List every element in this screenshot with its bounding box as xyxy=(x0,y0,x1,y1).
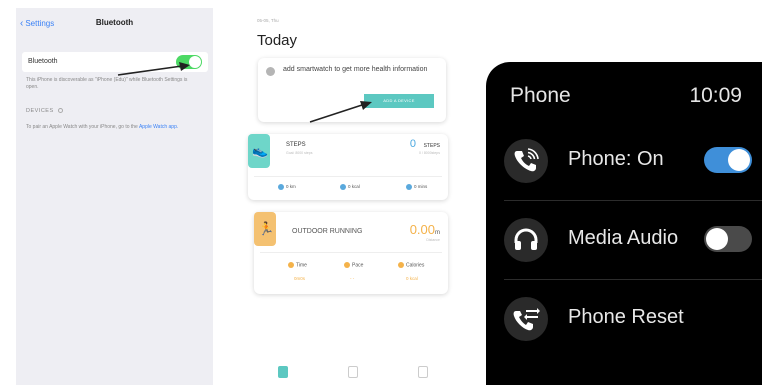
bluetooth-row-label: Bluetooth xyxy=(28,58,58,65)
steps-calories: 0 kcal xyxy=(340,184,360,190)
steps-card[interactable]: 👟 STEPS Goal: 8000 steps 0 STEPS 0 / 800… xyxy=(248,134,448,200)
calories-label: Calories xyxy=(406,262,425,269)
headphones-icon xyxy=(504,218,548,262)
discoverable-note: This iPhone is discoverable as "iPhone (… xyxy=(26,77,188,90)
running-sub-value: Distance xyxy=(426,238,440,242)
steps-title: STEPS xyxy=(286,142,306,148)
tab-device-icon[interactable] xyxy=(348,366,358,378)
pace-label: Pace xyxy=(352,262,364,269)
watch-icon xyxy=(266,67,275,76)
steps-unit: STEPS xyxy=(423,143,440,149)
running-pace-label: Pace xyxy=(344,262,363,268)
phone-call-icon xyxy=(504,139,548,183)
page-title: Today xyxy=(257,32,298,49)
running-calories-value: 0 kcal xyxy=(406,276,418,281)
running-badge: 🏃 xyxy=(254,212,276,246)
running-calories-label: Calories xyxy=(398,262,424,268)
watch-time: 10:09 xyxy=(689,84,742,107)
ios-bluetooth-screen: ‹ Settings Bluetooth Bluetooth This iPhon… xyxy=(16,8,213,385)
running-time-label: Time xyxy=(288,262,307,268)
tab-bar xyxy=(248,366,458,384)
ios-page-title: Bluetooth xyxy=(95,18,134,27)
tab-today-icon[interactable] xyxy=(278,366,288,378)
ios-nav-bar: ‹ Settings Bluetooth xyxy=(16,8,213,38)
pace-icon xyxy=(344,262,350,268)
steps-duration-value: 0 mins xyxy=(414,184,428,190)
steps-distance-value: 0 km xyxy=(286,184,296,190)
steps-distance: 0 km xyxy=(278,184,296,190)
running-pace-value: - - xyxy=(350,276,355,281)
runner-icon: 🏃 xyxy=(258,221,275,236)
annotation-arrow-icon xyxy=(309,101,372,123)
phone-reset-icon xyxy=(504,297,548,341)
divider xyxy=(254,176,442,177)
outdoor-running-card[interactable]: 🏃 OUTDOOR RUNNING 0.00m Distance Time Pa… xyxy=(254,212,448,294)
media-audio-label: Media Audio xyxy=(568,227,679,249)
phone-reset-label: Phone Reset xyxy=(568,306,684,328)
timer-icon xyxy=(406,184,412,190)
clock-icon xyxy=(288,262,294,268)
running-time-value: 0m0s xyxy=(294,276,306,281)
time-label: Time xyxy=(296,262,307,269)
phone-on-row[interactable]: Phone: On xyxy=(486,122,762,200)
watch-title: Phone xyxy=(510,84,571,107)
apple-watch-app-link[interactable]: Apple Watch app. xyxy=(139,124,178,130)
annotation-arrow-icon xyxy=(117,62,190,76)
spinner-icon xyxy=(57,108,63,114)
running-value: 0.00m xyxy=(410,222,440,237)
phone-on-label: Phone: On xyxy=(568,148,664,170)
phone-on-toggle[interactable] xyxy=(704,147,752,173)
steps-value: 0 xyxy=(409,138,416,150)
pair-note-text: To pair an Apple Watch with your iPhone,… xyxy=(26,124,138,130)
steps-sub-value: 0 / 8000steps xyxy=(418,151,440,155)
running-title: OUTDOOR RUNNING xyxy=(292,228,363,235)
toggle-knob xyxy=(728,149,750,171)
divider xyxy=(260,252,442,253)
media-audio-toggle[interactable] xyxy=(704,226,752,252)
toggle-knob xyxy=(706,228,728,250)
pair-note: To pair an Apple Watch with your iPhone,… xyxy=(26,124,196,131)
phone-reset-row[interactable]: Phone Reset xyxy=(486,280,762,358)
add-device-prompt: add smartwatch to get more health inform… xyxy=(283,66,428,73)
shoe-icon: 👟 xyxy=(252,143,269,158)
calories-icon xyxy=(340,184,346,190)
flame-icon xyxy=(398,262,404,268)
running-value-number: 0.00 xyxy=(409,222,435,237)
devices-header: DEVICES xyxy=(26,108,63,114)
current-date: 05-05, Thu xyxy=(257,18,279,23)
steps-calories-value: 0 kcal xyxy=(348,184,360,190)
watch-screen: Phone 10:09 Phone: On Media Audio Phone … xyxy=(486,62,762,385)
running-unit: m xyxy=(435,230,440,236)
devices-header-label: DEVICES xyxy=(26,108,54,114)
health-app-screen: 05-05, Thu Today add smartwatch to get m… xyxy=(248,8,458,385)
tab-profile-icon[interactable] xyxy=(418,366,428,378)
distance-icon xyxy=(278,184,284,190)
media-audio-row[interactable]: Media Audio xyxy=(486,201,762,279)
steps-subtitle: Goal: 8000 steps xyxy=(286,151,313,155)
steps-duration: 0 mins xyxy=(406,184,427,190)
steps-badge: 👟 xyxy=(248,134,270,168)
